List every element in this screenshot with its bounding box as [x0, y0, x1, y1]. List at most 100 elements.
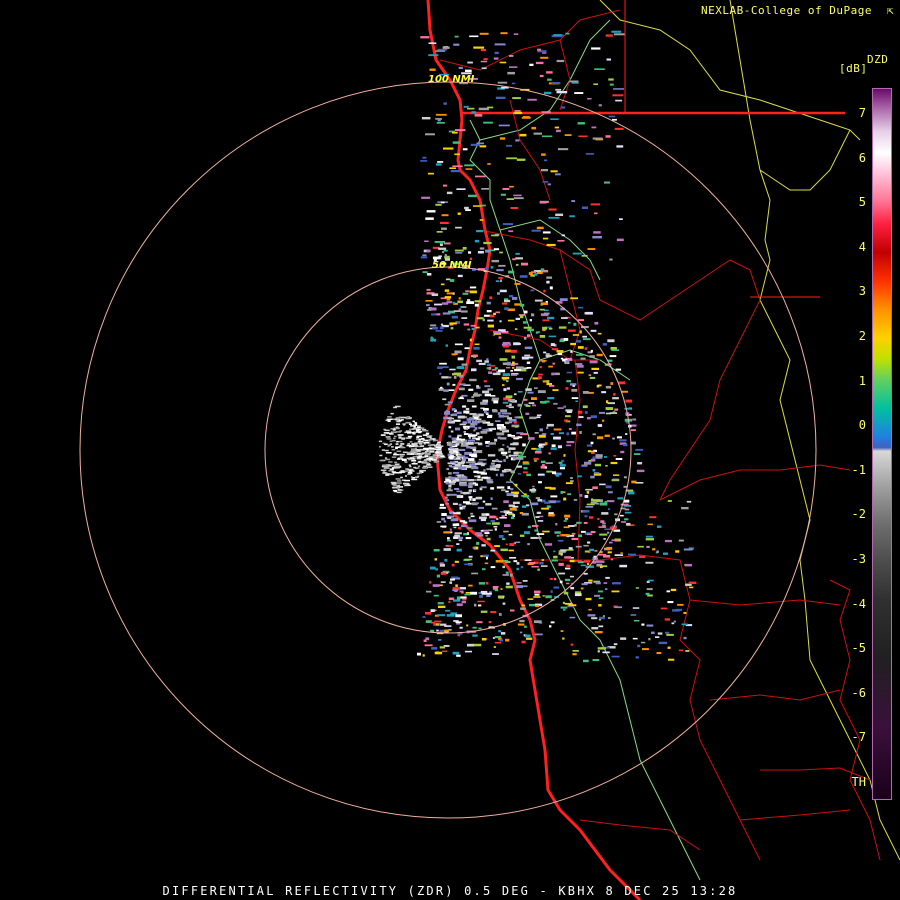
- echo-speck: [452, 523, 460, 526]
- echo-speck: [532, 485, 535, 488]
- echo-speck: [590, 415, 597, 419]
- echo-speck: [592, 137, 603, 140]
- echo-speck: [597, 436, 604, 440]
- echo-speck: [617, 497, 624, 500]
- echo-speck: [542, 530, 550, 533]
- echo-speck: [501, 538, 506, 541]
- echo-speck: [541, 559, 545, 561]
- echo-speck: [474, 239, 479, 243]
- echo-speck: [502, 565, 505, 569]
- echo-speck: [396, 480, 402, 482]
- echo-speck: [574, 92, 584, 94]
- echo-speck: [502, 362, 508, 365]
- echo-speck: [521, 116, 531, 119]
- echo-speck: [527, 356, 534, 359]
- echo-speck: [384, 429, 390, 432]
- echo-speck: [490, 550, 496, 552]
- echo-speck: [603, 555, 611, 558]
- echo-speck: [447, 545, 454, 547]
- echo-speck: [422, 430, 429, 432]
- echo-speck: [637, 644, 641, 648]
- echo-speck: [498, 276, 503, 279]
- echo-speck: [393, 452, 397, 454]
- echo-speck: [594, 631, 603, 634]
- echo-speck: [509, 403, 512, 406]
- echo-speck: [542, 52, 547, 54]
- echo-speck: [511, 436, 514, 438]
- echo-speck: [492, 372, 501, 376]
- echo-speck: [539, 428, 543, 432]
- echo-speck: [452, 383, 456, 386]
- echo-speck: [389, 418, 393, 420]
- echo-speck: [612, 94, 623, 97]
- echo-speck: [594, 212, 598, 215]
- echo-speck: [560, 606, 568, 609]
- echo-speck: [503, 500, 509, 504]
- echo-speck: [466, 418, 474, 421]
- echo-speck: [516, 465, 522, 468]
- echo-speck: [671, 622, 675, 625]
- echo-speck: [412, 427, 418, 430]
- echo-speck: [412, 420, 415, 423]
- echo-speck: [437, 366, 443, 369]
- color-scale-label: 7: [858, 106, 866, 120]
- echo-speck: [461, 363, 468, 366]
- echo-speck: [599, 483, 606, 486]
- echo-speck: [458, 448, 466, 451]
- echo-speck: [456, 596, 461, 600]
- echo-speck: [464, 347, 470, 350]
- echo-speck: [487, 324, 494, 328]
- echo-speck: [440, 201, 445, 204]
- echo-speck: [411, 478, 418, 481]
- echo-speck: [563, 592, 569, 595]
- echo-speck: [452, 589, 459, 592]
- echo-speck: [450, 170, 461, 173]
- echo-speck: [434, 303, 442, 306]
- echo-speck: [497, 412, 501, 415]
- echo-speck: [417, 425, 421, 427]
- echo-speck: [451, 315, 458, 319]
- echo-speck: [457, 274, 463, 278]
- echo-speck: [598, 104, 602, 107]
- echo-speck: [420, 160, 428, 162]
- echo-speck: [467, 107, 475, 110]
- echo-speck: [396, 440, 399, 443]
- echo-speck: [542, 237, 549, 240]
- echo-speck: [468, 479, 474, 482]
- echo-speck: [436, 574, 440, 578]
- echo-speck: [482, 500, 486, 503]
- echo-speck: [514, 393, 517, 396]
- echo-speck: [506, 380, 509, 383]
- echo-speck: [531, 397, 537, 400]
- echo-speck: [397, 487, 400, 489]
- echo-speck: [394, 490, 397, 493]
- echo-speck: [605, 385, 612, 389]
- echo-speck: [586, 491, 590, 494]
- echo-speck: [505, 455, 509, 459]
- echo-speck: [399, 455, 404, 457]
- echo-speck: [426, 210, 436, 213]
- echo-speck: [442, 312, 451, 315]
- echo-speck: [428, 440, 431, 442]
- echo-speck: [592, 469, 596, 472]
- echo-speck: [480, 430, 488, 434]
- echo-speck: [494, 367, 498, 370]
- echo-speck: [536, 416, 541, 419]
- echo-speck: [635, 448, 643, 451]
- echo-speck: [452, 165, 463, 167]
- echo-speck: [544, 159, 548, 162]
- echo-speck: [520, 452, 523, 456]
- echo-speck: [564, 556, 571, 559]
- echo-speck: [611, 539, 619, 541]
- echo-speck: [430, 324, 437, 327]
- echo-speck: [400, 470, 405, 472]
- echo-speck: [500, 32, 508, 35]
- echo-speck: [408, 464, 411, 466]
- echo-speck: [500, 473, 504, 477]
- echo-speck: [613, 529, 621, 532]
- echo-speck: [645, 535, 653, 538]
- echo-speck: [525, 388, 532, 391]
- echo-speck: [624, 518, 629, 521]
- echo-speck: [493, 646, 496, 648]
- echo-speck: [524, 625, 527, 628]
